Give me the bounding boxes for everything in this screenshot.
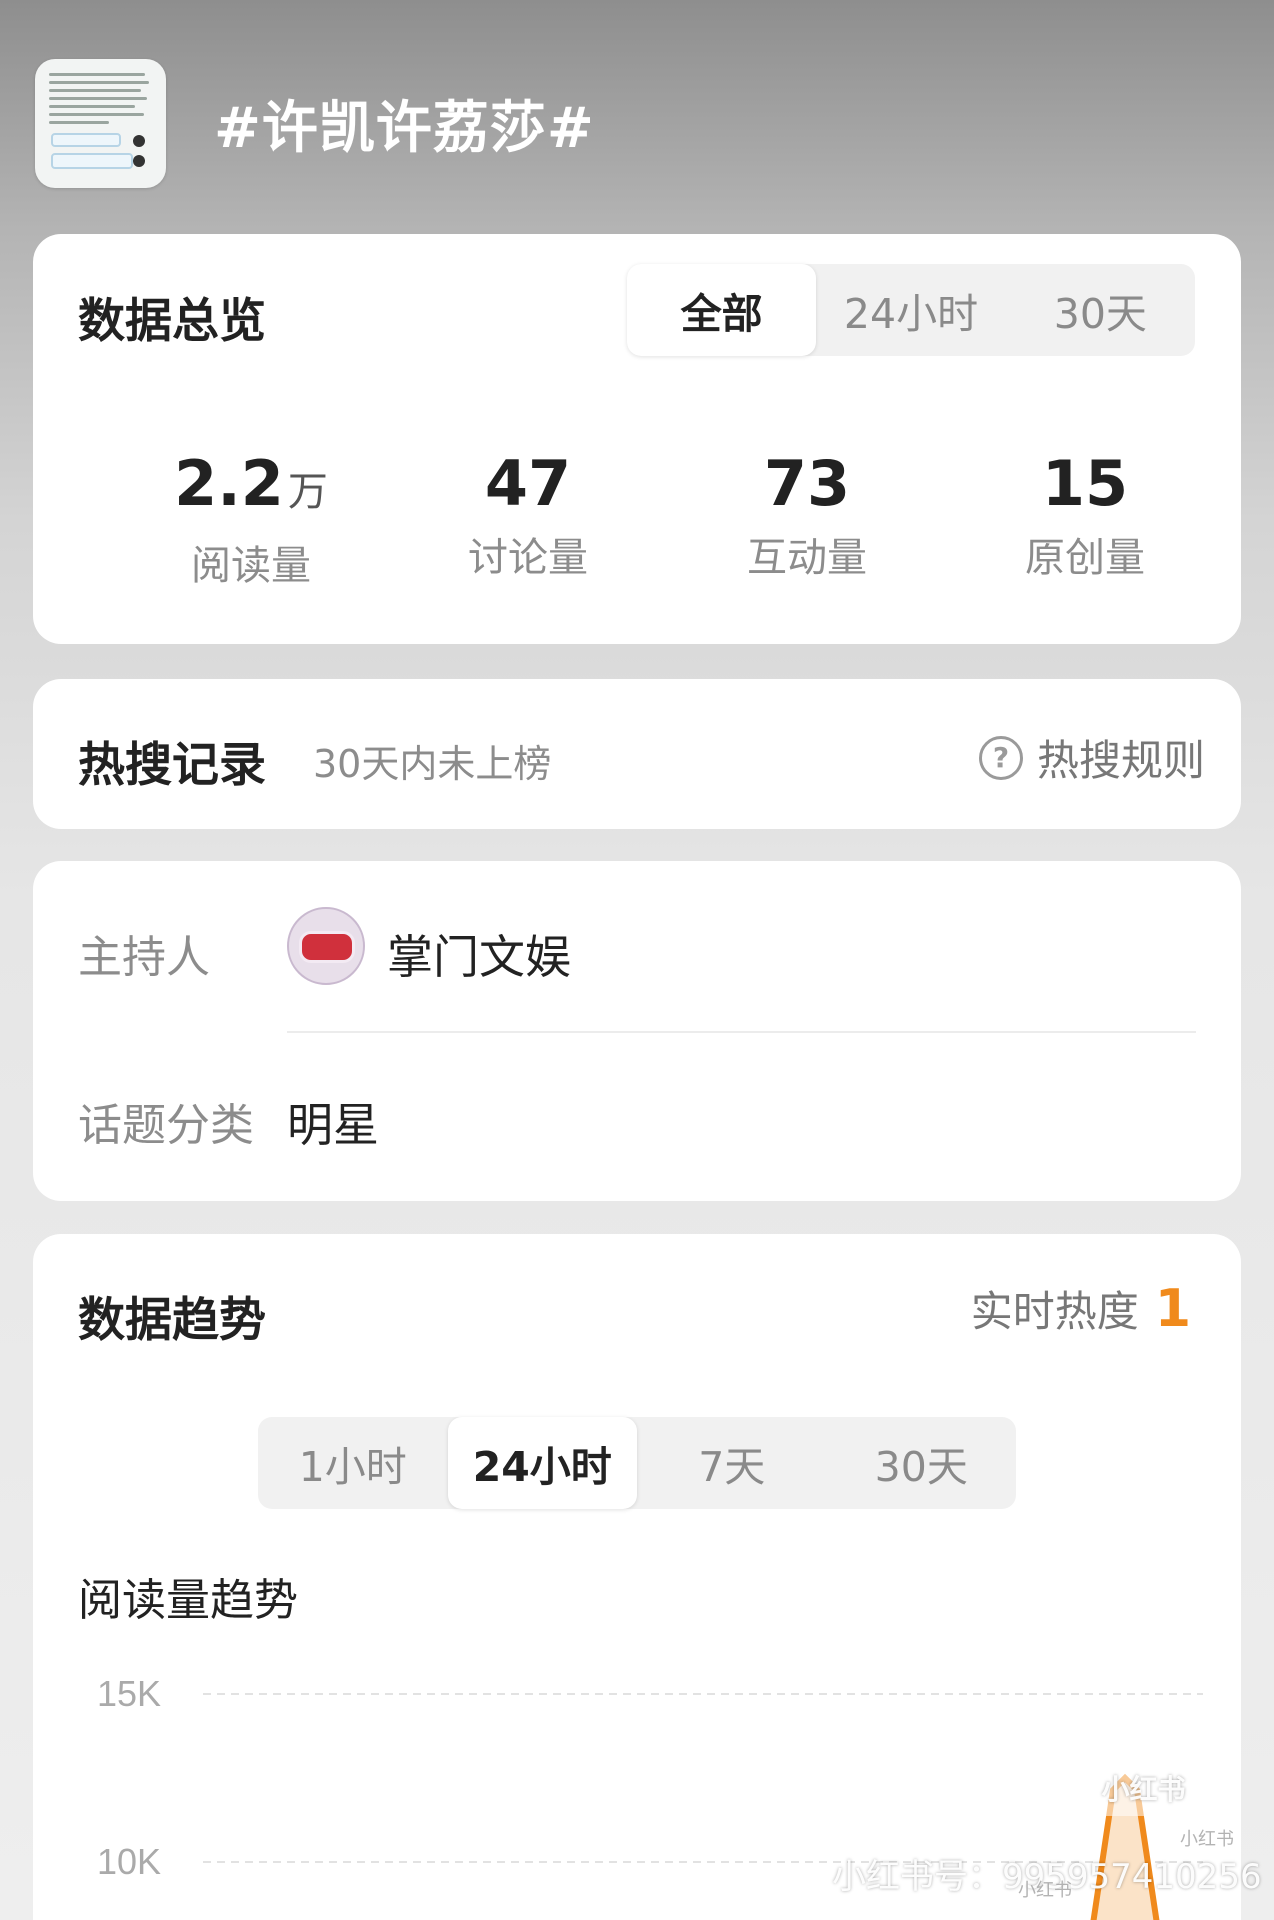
hot-search-rules-label: 热搜规则	[1036, 736, 1205, 785]
tab-30d-trend[interactable]: 30天	[827, 1417, 1017, 1509]
tab-24h[interactable]: 24小时	[816, 264, 1005, 356]
host-avatar[interactable]	[287, 907, 365, 985]
tab-30d[interactable]: 30天	[1006, 264, 1195, 356]
stat-reads-value: 2.2	[174, 447, 284, 520]
watermark-small: 小红书	[1180, 1829, 1234, 1850]
realtime-heat-label: 实时热度	[970, 1287, 1139, 1336]
category-label: 话题分类	[78, 1100, 254, 1151]
tab-1h[interactable]: 1小时	[258, 1417, 448, 1509]
stat-discussions-value: 47	[484, 447, 572, 520]
overview-range-tabs: 全部 24小时 30天	[627, 264, 1195, 356]
watermark-logo: 小红书	[1075, 1760, 1212, 1816]
page: #许凯许荔莎# 数据总览 全部 24小时 30天 2.2 万 阅读量 47 讨论量…	[0, 0, 1274, 1920]
divider	[287, 1031, 1196, 1033]
stat-interactions: 73 互动量	[687, 449, 927, 583]
topic-info-card: 主持人 掌门文娱 话题分类 明星	[33, 861, 1241, 1201]
topic-thumbnail[interactable]	[35, 58, 166, 188]
tab-24h-trend[interactable]: 24小时	[447, 1417, 637, 1509]
realtime-heat-value: 1	[1154, 1279, 1191, 1339]
topic-title: #许凯许荔莎#	[214, 95, 595, 161]
trend-range-tabs: 1小时 24小时 7天 30天	[258, 1417, 1016, 1509]
stat-reads-unit: 万	[287, 469, 328, 515]
category-value: 明星	[287, 1098, 379, 1152]
hot-search-card: 热搜记录 30天内未上榜 ? 热搜规则	[33, 679, 1241, 829]
watermark-small-2: 小红书	[1018, 1880, 1072, 1901]
stat-original-value: 15	[1041, 447, 1129, 520]
trend-title: 数据趋势	[78, 1293, 266, 1348]
stat-interactions-label: 互动量	[747, 535, 867, 581]
tab-all[interactable]: 全部	[627, 264, 817, 356]
topic-header: #许凯许荔莎#	[35, 58, 595, 188]
stat-reads-label: 阅读量	[191, 543, 311, 589]
stat-reads: 2.2 万 阅读量	[131, 449, 371, 591]
hot-search-status: 30天内未上榜	[313, 742, 552, 786]
stat-discussions: 47 讨论量	[408, 449, 648, 583]
realtime-heat: 实时热度 1	[971, 1278, 1191, 1339]
chart-title: 阅读量趋势	[78, 1575, 298, 1626]
stat-original: 15 原创量	[965, 449, 1205, 583]
overview-card: 数据总览 全部 24小时 30天 2.2 万 阅读量 47 讨论量 73 互动量 …	[33, 234, 1241, 644]
y-tick-15k: 15K	[97, 1674, 161, 1714]
trend-card: 数据趋势 实时热度 1 1小时 24小时 7天 30天 阅读量趋势 15K 10…	[33, 1234, 1241, 1920]
y-tick-10k: 10K	[97, 1841, 161, 1882]
stat-discussions-label: 讨论量	[468, 535, 588, 581]
hot-search-rules-link[interactable]: ? 热搜规则	[978, 727, 1205, 788]
host-name[interactable]: 掌门文娱	[387, 921, 571, 987]
stat-original-label: 原创量	[1025, 535, 1145, 581]
tab-7d[interactable]: 7天	[637, 1417, 827, 1509]
question-circle-icon: ?	[978, 735, 1023, 780]
host-label: 主持人	[78, 932, 210, 983]
overview-title: 数据总览	[78, 294, 266, 349]
hot-search-title: 热搜记录	[78, 738, 266, 793]
stat-interactions-value: 73	[763, 447, 851, 520]
